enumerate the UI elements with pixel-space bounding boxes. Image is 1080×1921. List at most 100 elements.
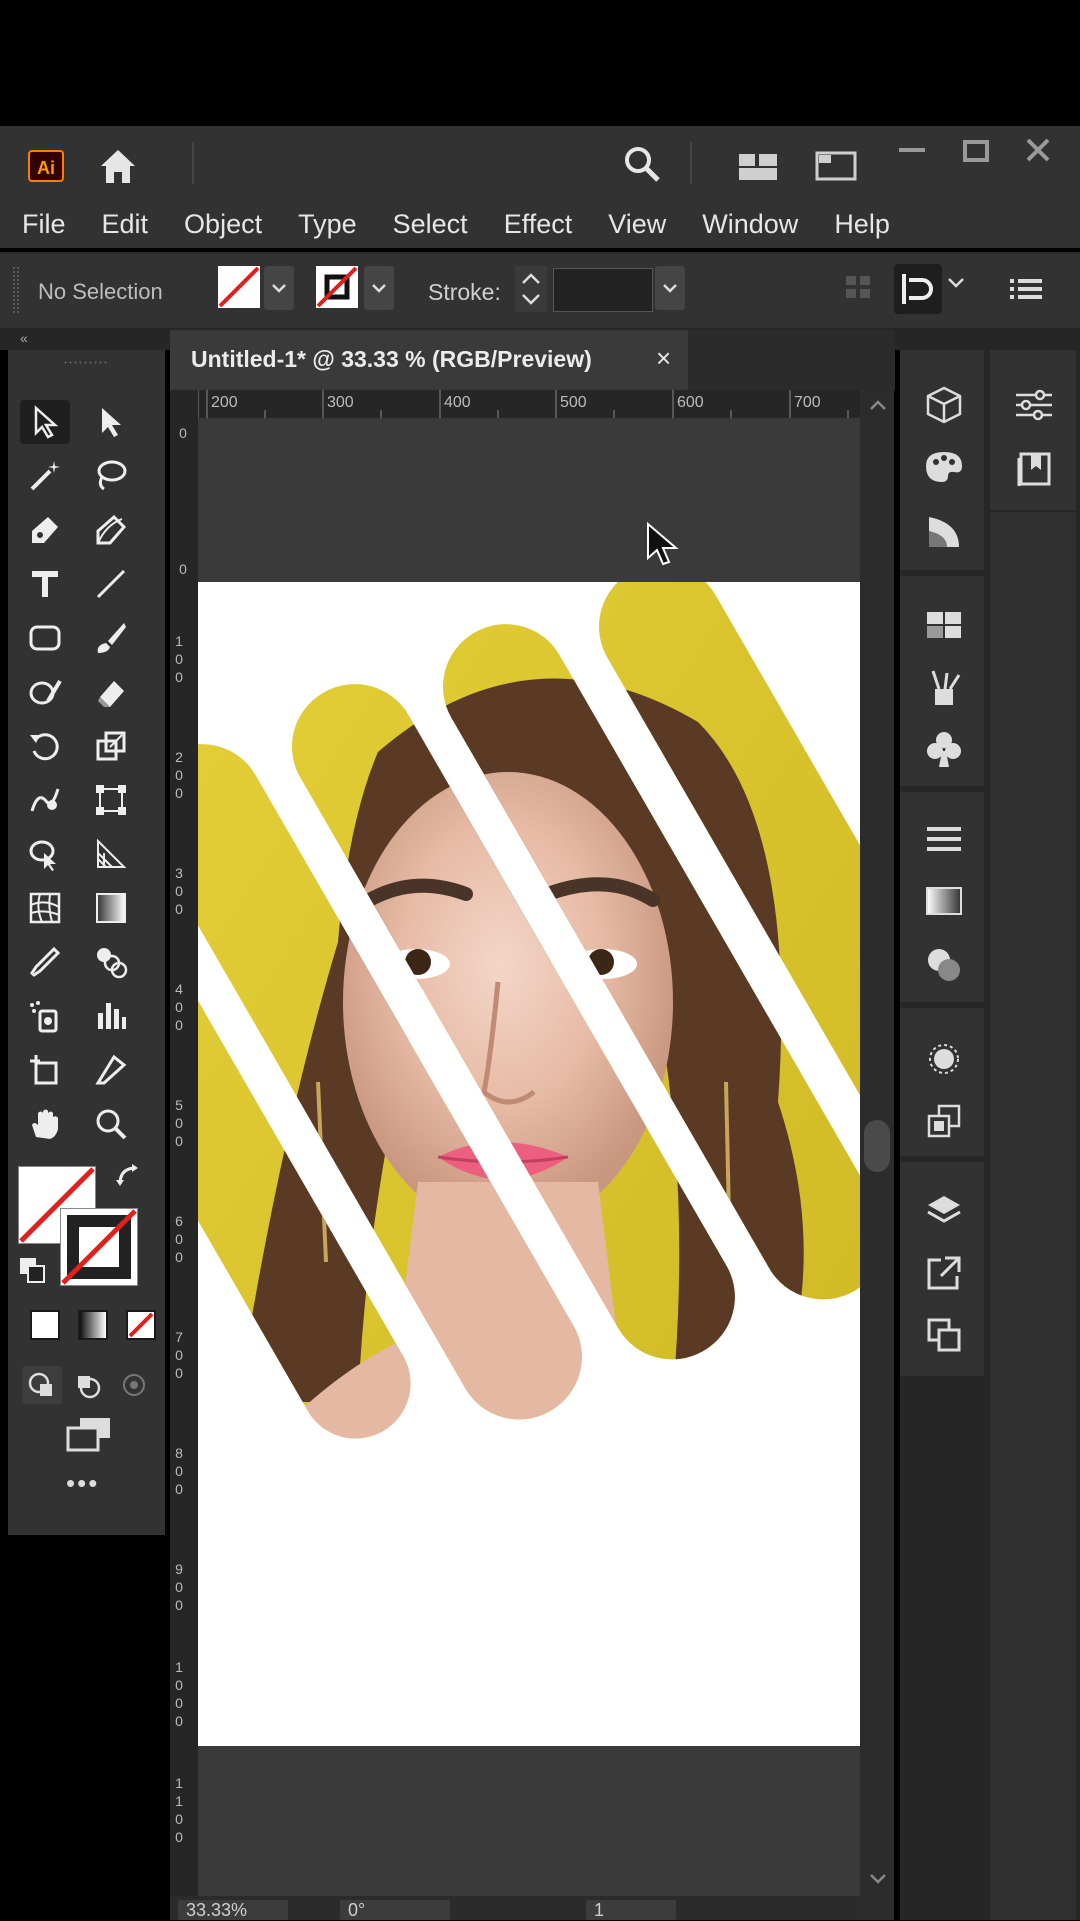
draw-inside-icon[interactable] (114, 1366, 154, 1404)
transparency-icon[interactable] (916, 940, 972, 990)
swatches-icon[interactable] (916, 600, 972, 650)
stroke-weight-stepper[interactable] (515, 266, 547, 312)
selection-tool-icon[interactable] (20, 400, 70, 444)
rotate-tool-icon[interactable] (20, 724, 70, 768)
color-palette-icon[interactable] (916, 442, 972, 492)
gradient-mode-icon[interactable] (78, 1310, 108, 1340)
align-options-dropdown[interactable] (946, 276, 970, 300)
menu-window[interactable]: Window (702, 209, 798, 240)
minimize-icon[interactable] (892, 134, 932, 168)
line-segment-tool-icon[interactable] (86, 562, 136, 606)
maximize-icon[interactable] (956, 134, 996, 168)
portrait-strips (198, 582, 860, 1459)
asset-export-icon[interactable] (916, 1248, 972, 1298)
edit-toolbar-icon[interactable]: ••• (66, 1470, 106, 1496)
zoom-level-field[interactable]: 33.33% (178, 1900, 288, 1920)
align-options-icon[interactable] (894, 264, 942, 314)
symbol-sprayer-tool-icon[interactable] (20, 994, 70, 1038)
artboard[interactable] (198, 582, 860, 1746)
gradient-panel-icon[interactable] (916, 876, 972, 926)
fill-swatch[interactable] (218, 266, 260, 308)
control-panel-menu-icon[interactable] (1008, 274, 1044, 304)
shape-builder-tool-icon[interactable] (20, 832, 70, 876)
pen-tool-icon[interactable] (20, 508, 70, 552)
brushes-icon[interactable] (916, 662, 972, 712)
menu-type[interactable]: Type (298, 209, 357, 240)
stroke-panel-icon[interactable] (916, 814, 972, 864)
color-guide-icon[interactable] (916, 506, 972, 556)
document-tab-title: Untitled-1* @ 33.33 % (RGB/Preview) (191, 346, 592, 372)
tools-grip[interactable] (63, 360, 107, 366)
layers-icon[interactable] (916, 1186, 972, 1236)
menu-bar: File Edit Object Type Select Effect View… (0, 200, 1080, 248)
ruler-origin[interactable] (170, 390, 199, 419)
stroke-dropdown[interactable] (364, 266, 394, 310)
stroke-weight-input[interactable] (553, 268, 653, 312)
control-bar-grip[interactable] (12, 266, 20, 314)
ruler-label: 300 (175, 865, 183, 917)
home-icon[interactable] (94, 144, 142, 188)
shaper-tool-icon[interactable] (20, 670, 70, 714)
artboard-tool-icon[interactable] (20, 1048, 70, 1092)
direct-selection-tool-icon[interactable] (86, 400, 136, 444)
menu-effect[interactable]: Effect (504, 209, 573, 240)
column-graph-tool-icon[interactable] (86, 994, 136, 1038)
slice-tool-icon[interactable] (86, 1048, 136, 1092)
default-fill-stroke-icon[interactable] (18, 1256, 46, 1284)
menu-file[interactable]: File (22, 209, 66, 240)
scale-tool-icon[interactable] (86, 724, 136, 768)
hand-tool-icon[interactable] (20, 1102, 70, 1146)
eraser-tool-icon[interactable] (86, 670, 136, 714)
rounded-rectangle-tool-icon[interactable] (20, 616, 70, 660)
menu-help[interactable]: Help (834, 209, 890, 240)
color-mode-icon[interactable] (30, 1310, 60, 1340)
stroke-swatch[interactable] (316, 266, 358, 308)
perspective-grid-tool-icon[interactable] (86, 832, 136, 876)
graphic-styles-icon[interactable] (916, 1096, 972, 1146)
menu-select[interactable]: Select (393, 209, 468, 240)
menu-view[interactable]: View (608, 209, 666, 240)
mesh-tool-icon[interactable] (20, 886, 70, 930)
artboards-icon[interactable] (916, 1310, 972, 1360)
artboard-number-field[interactable]: 1 (586, 1900, 676, 1920)
symbols-club-icon[interactable] (916, 724, 972, 774)
arrange-documents-icon[interactable] (812, 146, 860, 186)
stroke-weight-dropdown[interactable] (655, 266, 685, 310)
eyedropper-tool-icon[interactable] (20, 940, 70, 984)
rotation-field[interactable]: 0° (340, 1900, 450, 1920)
curvature-tool-icon[interactable] (86, 508, 136, 552)
zoom-tool-icon[interactable] (86, 1102, 136, 1146)
magic-wand-tool-icon[interactable] (20, 454, 70, 498)
collapse-left-icon[interactable]: « (20, 330, 28, 346)
paintbrush-tool-icon[interactable] (86, 616, 136, 660)
scroll-down-icon[interactable] (868, 1872, 888, 1892)
scroll-up-icon[interactable] (868, 398, 888, 418)
swap-fill-stroke-icon[interactable] (114, 1162, 142, 1190)
blend-tool-icon[interactable] (86, 940, 136, 984)
stroke-color-icon[interactable] (60, 1208, 138, 1286)
close-window-icon[interactable] (1018, 132, 1058, 168)
3d-cube-icon[interactable] (916, 380, 972, 430)
appearance-icon[interactable] (916, 1034, 972, 1084)
type-tool-icon[interactable] (20, 562, 70, 606)
warp-tool-icon[interactable] (20, 778, 70, 822)
draw-normal-icon[interactable] (22, 1366, 62, 1404)
lasso-tool-icon[interactable] (86, 454, 136, 498)
workspace-switcher-icon[interactable] (734, 146, 782, 186)
scrollbar-thumb[interactable] (864, 1120, 890, 1172)
menu-object[interactable]: Object (184, 209, 262, 240)
ruler-label: 800 (175, 1445, 183, 1497)
libraries-icon[interactable] (1006, 444, 1062, 494)
gradient-tool-icon[interactable] (86, 886, 136, 930)
search-icon[interactable] (618, 142, 666, 186)
close-tab-icon[interactable]: × (656, 343, 671, 374)
none-mode-icon[interactable] (126, 1310, 156, 1340)
align-grid-icon[interactable] (844, 272, 874, 302)
ruler-label: 900 (175, 1561, 183, 1613)
fill-dropdown[interactable] (264, 266, 294, 310)
free-transform-tool-icon[interactable] (86, 778, 136, 822)
screen-mode-icon[interactable] (64, 1414, 114, 1454)
menu-edit[interactable]: Edit (102, 209, 149, 240)
draw-behind-icon[interactable] (68, 1366, 108, 1404)
properties-sliders-icon[interactable] (1006, 380, 1062, 430)
